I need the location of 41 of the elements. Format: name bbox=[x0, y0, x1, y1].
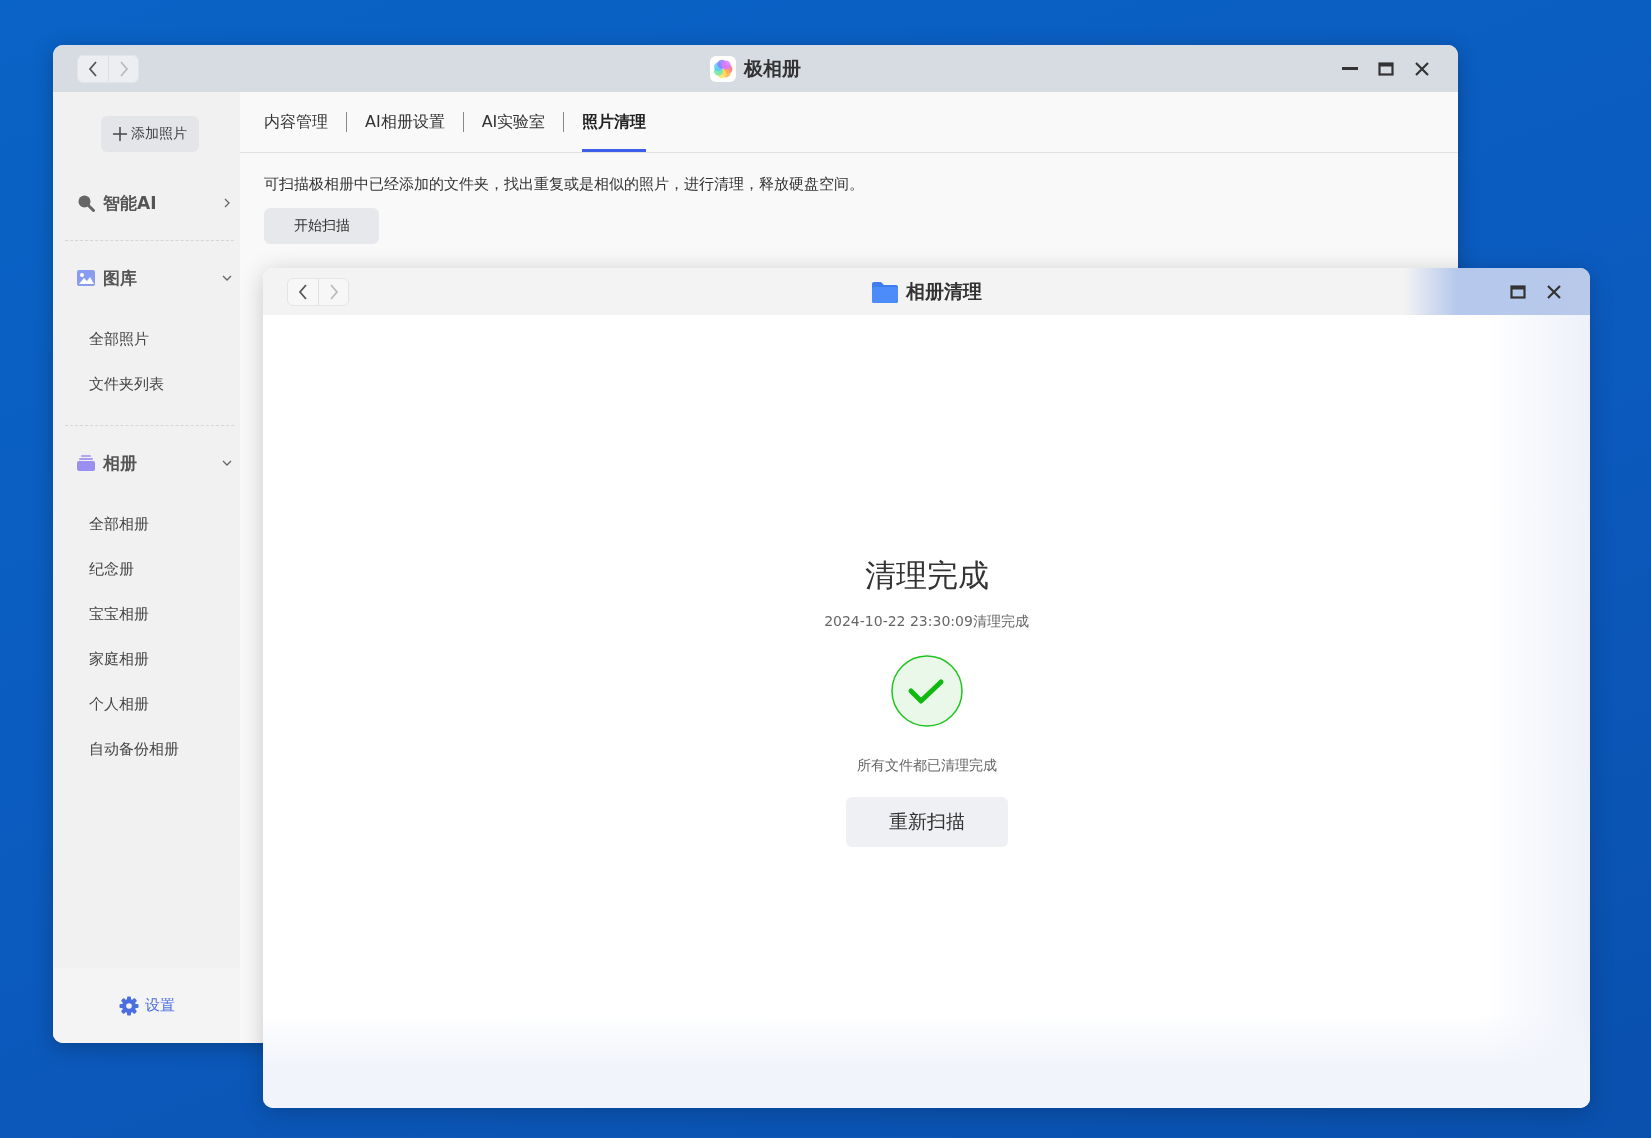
sidebar-item[interactable]: 文件夹列表 bbox=[65, 362, 234, 407]
sidebar-item[interactable]: 全部相册 bbox=[65, 502, 234, 547]
flower-logo-icon bbox=[710, 55, 736, 82]
rescan-button[interactable]: 重新扫描 bbox=[845, 797, 1008, 847]
tab[interactable]: 内容管理 bbox=[264, 92, 328, 152]
window-title: 极相册 bbox=[744, 55, 801, 81]
settings-button[interactable]: 设置 bbox=[112, 994, 181, 1017]
close-icon bbox=[1414, 60, 1430, 77]
maximize-icon bbox=[1510, 284, 1526, 299]
image-icon bbox=[77, 270, 95, 286]
sidebar-item[interactable]: 家庭相册 bbox=[65, 637, 234, 682]
start-scan-button[interactable]: 开始扫描 bbox=[264, 208, 379, 244]
sidebar-item[interactable]: 自动备份相册 bbox=[65, 727, 234, 772]
dialog-title: 相册清理 bbox=[905, 278, 982, 304]
close-icon bbox=[1546, 283, 1562, 300]
completion-heading: 清理完成 bbox=[864, 556, 989, 595]
tab[interactable]: 照片清理 bbox=[582, 92, 647, 152]
completion-timestamp: 2024-10-22 23:30:09清理完成 bbox=[824, 613, 1029, 631]
add-photos-button[interactable]: 添加照片 bbox=[100, 116, 199, 152]
sidebar-group-header[interactable]: 相册 bbox=[65, 434, 234, 492]
minimize-icon bbox=[1342, 66, 1358, 71]
sidebar-item[interactable]: 个人相册 bbox=[65, 682, 234, 727]
status-message: 所有文件都已清理完成 bbox=[856, 757, 997, 775]
description-text: 可扫描极相册中已经添加的文件夹，找出重复或是相似的照片，进行清理，释放硬盘空间。 bbox=[264, 175, 865, 194]
chevron-right-icon bbox=[328, 283, 339, 300]
tab[interactable]: AI实验室 bbox=[481, 92, 546, 152]
chevron-left-icon bbox=[298, 283, 308, 300]
sidebar-item[interactable]: 宝宝相册 bbox=[65, 592, 234, 637]
chevron-right-icon bbox=[118, 60, 129, 77]
sidebar-group-header[interactable]: 智能AI bbox=[65, 174, 234, 232]
tab[interactable]: AI相册设置 bbox=[365, 92, 445, 152]
plus-icon bbox=[112, 127, 127, 141]
search-icon bbox=[77, 194, 95, 212]
sidebar-item[interactable]: 全部照片 bbox=[65, 317, 234, 362]
sidebar-item[interactable]: 纪念册 bbox=[65, 547, 234, 592]
album-stack-icon bbox=[77, 455, 95, 471]
chevron-left-icon bbox=[88, 60, 98, 77]
check-icon bbox=[890, 655, 963, 727]
maximize-icon bbox=[1378, 61, 1394, 76]
folder-icon bbox=[871, 280, 898, 303]
sidebar-group-header[interactable]: 图库 bbox=[65, 249, 234, 307]
